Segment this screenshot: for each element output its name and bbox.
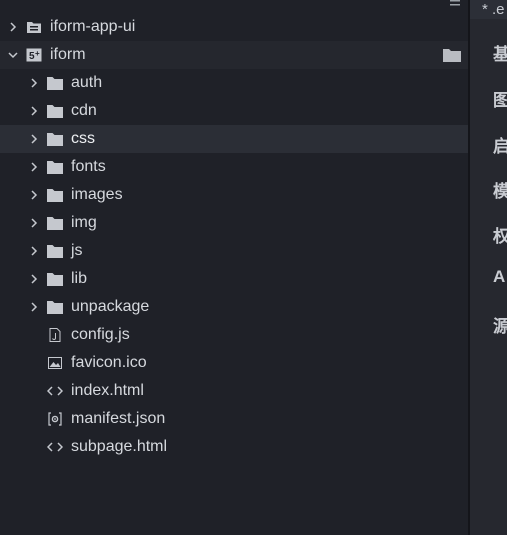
folder-icon [47,77,63,90]
tree-item-label: iform [50,46,86,63]
folder-icon [47,161,63,174]
chevron-down-icon[interactable] [8,50,18,60]
tree-item-label: images [71,186,123,203]
chevron-right-icon[interactable] [29,162,39,172]
chevron-right-icon[interactable] [29,134,39,144]
chevron-right-icon[interactable] [8,22,18,32]
chevron-right-icon[interactable] [29,274,39,284]
tree-folder-fonts[interactable]: fonts [0,153,468,181]
chevron-right-icon[interactable] [29,106,39,116]
editor-heading: 源 [493,317,507,336]
tree-folder-auth[interactable]: auth [0,69,468,97]
tree-item-label: unpackage [71,298,150,315]
tree-item-label: lib [71,270,88,287]
tree-item-label: css [71,130,95,147]
tree-item-label: fonts [71,158,106,175]
folder-icon[interactable] [443,48,461,62]
chevron-right-icon[interactable] [29,190,39,200]
editor-heading: 模 [493,182,507,201]
js-file-icon [49,328,61,342]
tree-item-label: config.js [71,326,130,343]
ide-window: iform-app-ui 5 + iform auth cdn css font… [0,0,507,535]
editor-heading: 图 [493,91,507,110]
tree-folder-unpackage[interactable]: unpackage [0,293,468,321]
tree-folder-lib[interactable]: lib [0,265,468,293]
tree-folder-js[interactable]: js [0,237,468,265]
editor-pane: * .e 基 图 启 模 权 A 源 [470,0,507,535]
folder-icon [47,273,63,286]
tree-item-label: index.html [71,382,144,399]
tree-file-subpage-html[interactable]: subpage.html [0,433,468,461]
tree-folder-img[interactable]: img [0,209,468,237]
svg-text:+: + [35,49,40,58]
folder-icon [47,217,63,230]
tree-file-config-js[interactable]: config.js [0,321,468,349]
folder-icon [47,245,63,258]
folder-icon [47,301,63,314]
folder-icon [47,105,63,118]
chevron-right-icon[interactable] [29,78,39,88]
tree-folder-images[interactable]: images [0,181,468,209]
tree-file-index-html[interactable]: index.html [0,377,468,405]
folder-icon [47,133,63,146]
chevron-right-icon[interactable] [29,246,39,256]
editor-heading: A [493,267,506,286]
chevron-right-icon[interactable] [29,218,39,228]
tree-item-label: js [71,242,83,259]
tree-item-label: img [71,214,97,231]
tree-item-iform[interactable]: 5 + iform [0,41,468,69]
tree-item-label: manifest.json [71,410,166,427]
tree-item-label: cdn [71,102,97,119]
tree-item-iform-app-ui[interactable]: iform-app-ui [0,13,468,41]
tree-file-manifest-json[interactable]: manifest.json [0,405,468,433]
menu-icon[interactable] [449,0,461,8]
project-icon: 5 + [26,48,42,62]
chevron-right-icon[interactable] [29,302,39,312]
image-file-icon [48,357,62,369]
tree-item-label: favicon.ico [71,354,147,371]
tree-file-favicon-ico[interactable]: favicon.ico [0,349,468,377]
editor-heading: 权 [493,227,507,246]
tree-item-label: subpage.html [71,438,168,455]
tree-folder-cdn[interactable]: cdn [0,97,468,125]
json-file-icon [48,412,62,426]
project-icon [27,22,41,33]
editor-heading: 基 [493,45,507,64]
folder-icon [47,189,63,202]
project-explorer: iform-app-ui 5 + iform auth cdn css font… [0,0,468,535]
tree-item-label: auth [71,74,103,91]
editor-tab[interactable]: * .e [470,0,507,19]
html-file-icon [47,386,63,396]
tree-item-label: iform-app-ui [50,18,136,35]
tree-folder-css[interactable]: css [0,125,468,153]
html-file-icon [47,442,63,452]
editor-heading: 启 [493,137,507,156]
